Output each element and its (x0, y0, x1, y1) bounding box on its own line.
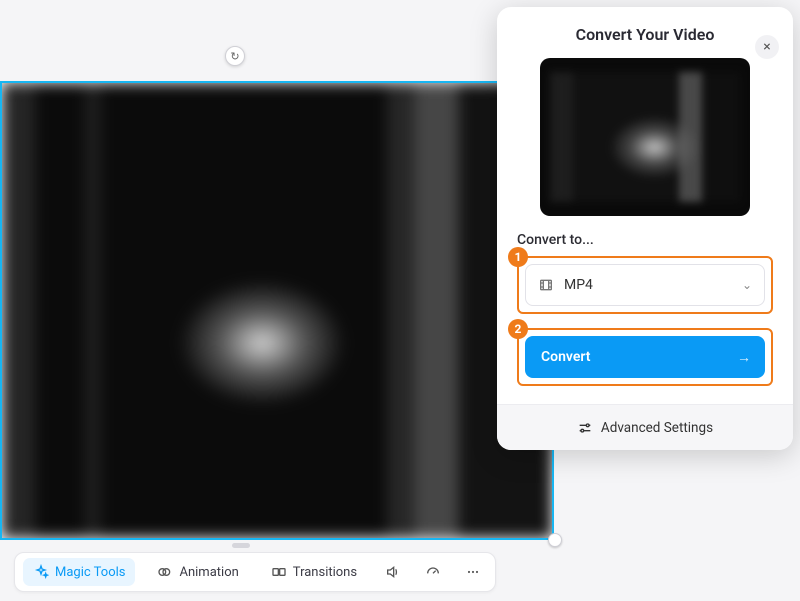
more-icon (465, 564, 481, 580)
filmstrip-icon (538, 277, 554, 293)
convert-to-label: Convert to... (517, 232, 773, 248)
rotate-handle[interactable]: ↻ (225, 46, 245, 66)
video-thumbnail (540, 58, 750, 216)
video-thumbnail-image (550, 72, 740, 202)
convert-video-panel: Convert Your Video × Convert to... 1 MP4… (497, 7, 793, 450)
editor-toolbar: Magic Tools Animation Transitions (14, 552, 496, 592)
chevron-down-icon: ⌄ (742, 278, 752, 292)
step-badge-1: 1 (508, 247, 528, 267)
rotate-icon: ↻ (230, 50, 239, 63)
transitions-icon (271, 564, 287, 580)
transitions-label: Transitions (293, 565, 357, 580)
volume-icon (385, 564, 401, 580)
speed-icon (425, 564, 441, 580)
format-select[interactable]: MP4 ⌄ (525, 264, 765, 306)
animation-button[interactable]: Animation (147, 558, 248, 586)
video-preview-image (2, 83, 552, 538)
format-selected-value: MP4 (564, 277, 593, 293)
convert-button-label: Convert (541, 349, 590, 365)
video-canvas[interactable] (0, 81, 554, 540)
advanced-settings-button[interactable]: Advanced Settings (497, 404, 793, 450)
animation-label: Animation (179, 565, 238, 580)
sliders-icon (577, 420, 593, 436)
transitions-button[interactable]: Transitions (261, 558, 367, 586)
close-icon: × (763, 39, 770, 55)
magic-tools-button[interactable]: Magic Tools (23, 558, 135, 586)
more-button[interactable] (459, 558, 487, 586)
close-button[interactable]: × (755, 35, 779, 59)
drag-handle[interactable] (232, 543, 250, 548)
resize-handle-bottom-right[interactable] (548, 533, 562, 547)
panel-title: Convert Your Video (517, 25, 773, 44)
format-select-highlight: 1 MP4 ⌄ (517, 256, 773, 314)
convert-button-highlight: 2 Convert → (517, 328, 773, 386)
advanced-settings-label: Advanced Settings (601, 420, 713, 436)
volume-button[interactable] (379, 558, 407, 586)
magic-tools-label: Magic Tools (55, 565, 125, 580)
speed-button[interactable] (419, 558, 447, 586)
sparkle-icon (33, 564, 49, 580)
animation-icon (157, 564, 173, 580)
arrow-right-icon: → (737, 349, 751, 366)
step-badge-2: 2 (508, 319, 528, 339)
convert-button[interactable]: Convert → (525, 336, 765, 378)
